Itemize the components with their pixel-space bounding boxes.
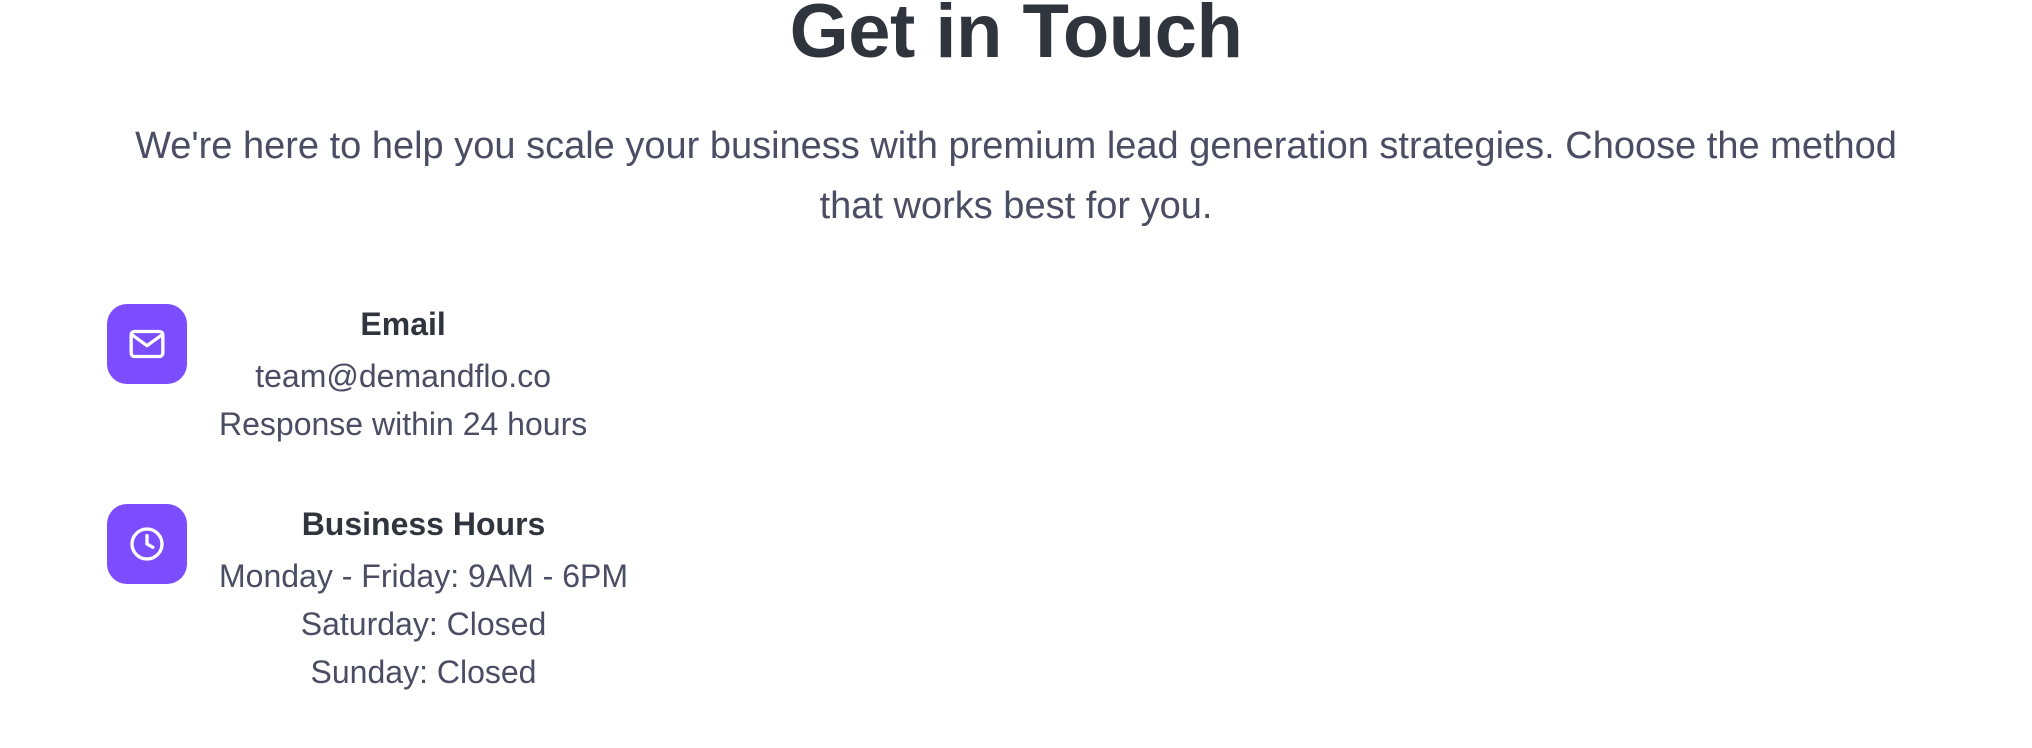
contact-email: Email team@demandflo.co Response within … — [107, 304, 587, 448]
page-title: Get in Touch — [789, 0, 1243, 74]
contact-email-text: Email team@demandflo.co Response within … — [219, 304, 587, 448]
email-response-time: Response within 24 hours — [219, 406, 588, 442]
contact-email-heading: Email — [360, 306, 446, 342]
email-address[interactable]: team@demandflo.co — [219, 352, 587, 400]
clock-icon — [107, 504, 187, 584]
hours-sunday: Sunday: Closed — [310, 654, 537, 690]
intro-text: We're here to help you scale your busine… — [135, 125, 1897, 227]
contact-hours-heading: Business Hours — [301, 506, 546, 542]
hours-saturday: Saturday: Closed — [300, 606, 547, 642]
mail-icon — [107, 304, 187, 384]
contact-business-hours: Business Hours Monday - Friday: 9AM - 6P… — [107, 504, 628, 696]
hours-weekdays: Monday - Friday: 9AM - 6PM — [219, 558, 628, 594]
contact-hours-text: Business Hours Monday - Friday: 9AM - 6P… — [219, 504, 628, 696]
